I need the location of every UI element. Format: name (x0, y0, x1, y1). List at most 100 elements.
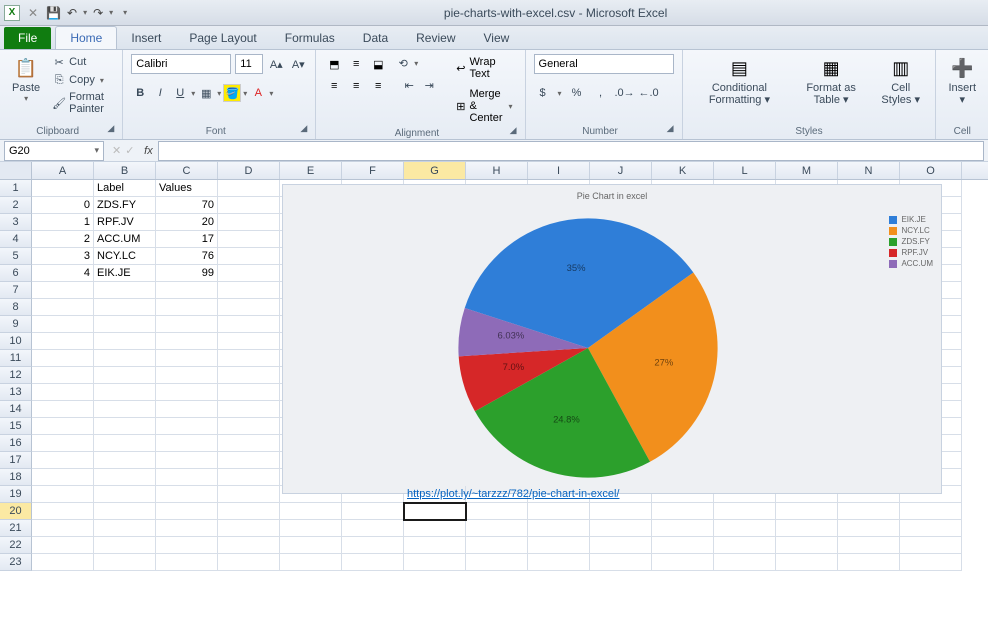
cell-C23[interactable] (156, 554, 218, 571)
cell-G20[interactable] (404, 503, 466, 520)
cell-C6[interactable]: 99 (156, 265, 218, 282)
cell-B10[interactable] (94, 333, 156, 350)
cell-C5[interactable]: 76 (156, 248, 218, 265)
format-painter-button[interactable]: 🖌Format Painter (50, 90, 114, 116)
cell-C20[interactable] (156, 503, 218, 520)
cell-E21[interactable] (280, 520, 342, 537)
underline-dropdown-icon[interactable]: ▾ (191, 89, 195, 98)
column-header-K[interactable]: K (652, 162, 714, 179)
fill-dropdown-icon[interactable]: ▾ (243, 89, 247, 98)
increase-decimal-icon[interactable]: .0→ (616, 84, 634, 102)
cell-I22[interactable] (528, 537, 590, 554)
decrease-font-icon[interactable]: A▾ (289, 55, 307, 73)
cell-C4[interactable]: 17 (156, 231, 218, 248)
select-all-corner[interactable] (0, 162, 32, 179)
undo-dropdown-icon[interactable]: ▾ (83, 8, 87, 17)
row-header-23[interactable]: 23 (0, 554, 32, 571)
cell-I20[interactable] (528, 503, 590, 520)
cell-K21[interactable] (652, 520, 714, 537)
cell-G19[interactable]: https://plot.ly/~tarzzz/782/pie-chart-in… (404, 486, 466, 503)
increase-indent-icon[interactable]: ⇥ (420, 76, 438, 94)
cell-C9[interactable] (156, 316, 218, 333)
cell-K23[interactable] (652, 554, 714, 571)
cell-M22[interactable] (776, 537, 838, 554)
cell-styles-button[interactable]: ▥ Cell Styles ▾ (874, 54, 928, 108)
cell-D15[interactable] (218, 418, 280, 435)
insert-function-button[interactable]: fx (138, 145, 158, 157)
cell-C14[interactable] (156, 401, 218, 418)
cell-B12[interactable] (94, 367, 156, 384)
tab-review[interactable]: Review (402, 27, 469, 49)
cell-A20[interactable] (32, 503, 94, 520)
cell-G21[interactable] (404, 520, 466, 537)
cut-button[interactable]: ✂Cut (50, 54, 114, 70)
cell-B2[interactable]: ZDS.FY (94, 197, 156, 214)
cell-D10[interactable] (218, 333, 280, 350)
row-header-3[interactable]: 3 (0, 214, 32, 231)
tab-page-layout[interactable]: Page Layout (175, 27, 270, 49)
column-header-O[interactable]: O (900, 162, 962, 179)
redo-icon[interactable]: ↷ (93, 6, 103, 20)
cell-J23[interactable] (590, 554, 652, 571)
percent-icon[interactable]: % (568, 84, 586, 102)
cell-B11[interactable] (94, 350, 156, 367)
italic-button[interactable]: I (151, 84, 169, 102)
row-header-1[interactable]: 1 (0, 180, 32, 197)
cell-E23[interactable] (280, 554, 342, 571)
cell-A4[interactable]: 2 (32, 231, 94, 248)
row-header-9[interactable]: 9 (0, 316, 32, 333)
cell-H23[interactable] (466, 554, 528, 571)
cell-J22[interactable] (590, 537, 652, 554)
column-header-I[interactable]: I (528, 162, 590, 179)
row-header-6[interactable]: 6 (0, 265, 32, 282)
decrease-indent-icon[interactable]: ⇤ (400, 76, 418, 94)
name-box-dropdown-icon[interactable]: ▾ (94, 145, 99, 156)
borders-dropdown-icon[interactable]: ▾ (217, 89, 221, 98)
format-as-table-button[interactable]: ▦ Format as Table ▾ (794, 54, 868, 108)
cell-E22[interactable] (280, 537, 342, 554)
cell-B20[interactable] (94, 503, 156, 520)
cell-D12[interactable] (218, 367, 280, 384)
tab-home[interactable]: Home (55, 26, 117, 49)
formula-input[interactable] (158, 141, 984, 161)
cell-G22[interactable] (404, 537, 466, 554)
column-header-H[interactable]: H (466, 162, 528, 179)
undo-icon[interactable]: ↶ (67, 6, 77, 20)
cell-D3[interactable] (218, 214, 280, 231)
cell-D2[interactable] (218, 197, 280, 214)
cell-B21[interactable] (94, 520, 156, 537)
cell-A10[interactable] (32, 333, 94, 350)
cell-C22[interactable] (156, 537, 218, 554)
cell-B17[interactable] (94, 452, 156, 469)
cell-B5[interactable]: NCY.LC (94, 248, 156, 265)
cell-H22[interactable] (466, 537, 528, 554)
row-header-2[interactable]: 2 (0, 197, 32, 214)
cell-A16[interactable] (32, 435, 94, 452)
cell-B7[interactable] (94, 282, 156, 299)
align-left-icon[interactable]: ≡ (324, 76, 344, 96)
row-header-14[interactable]: 14 (0, 401, 32, 418)
bold-button[interactable]: B (131, 84, 149, 102)
tab-insert[interactable]: Insert (117, 27, 175, 49)
cell-A5[interactable]: 3 (32, 248, 94, 265)
column-header-C[interactable]: C (156, 162, 218, 179)
align-top-icon[interactable]: ⬒ (324, 54, 344, 74)
cell-J20[interactable] (590, 503, 652, 520)
cell-B15[interactable] (94, 418, 156, 435)
font-name-select[interactable] (131, 54, 231, 74)
cell-H20[interactable] (466, 503, 528, 520)
cell-A8[interactable] (32, 299, 94, 316)
row-header-15[interactable]: 15 (0, 418, 32, 435)
cell-I23[interactable] (528, 554, 590, 571)
cell-H21[interactable] (466, 520, 528, 537)
cell-D23[interactable] (218, 554, 280, 571)
save-icon[interactable]: 💾 (46, 6, 61, 20)
cell-O21[interactable] (900, 520, 962, 537)
row-header-18[interactable]: 18 (0, 469, 32, 486)
cell-A18[interactable] (32, 469, 94, 486)
cell-A2[interactable]: 0 (32, 197, 94, 214)
align-bottom-icon[interactable]: ⬓ (368, 54, 388, 74)
cell-D21[interactable] (218, 520, 280, 537)
cell-D22[interactable] (218, 537, 280, 554)
orientation-icon[interactable]: ⟲ (394, 54, 412, 72)
